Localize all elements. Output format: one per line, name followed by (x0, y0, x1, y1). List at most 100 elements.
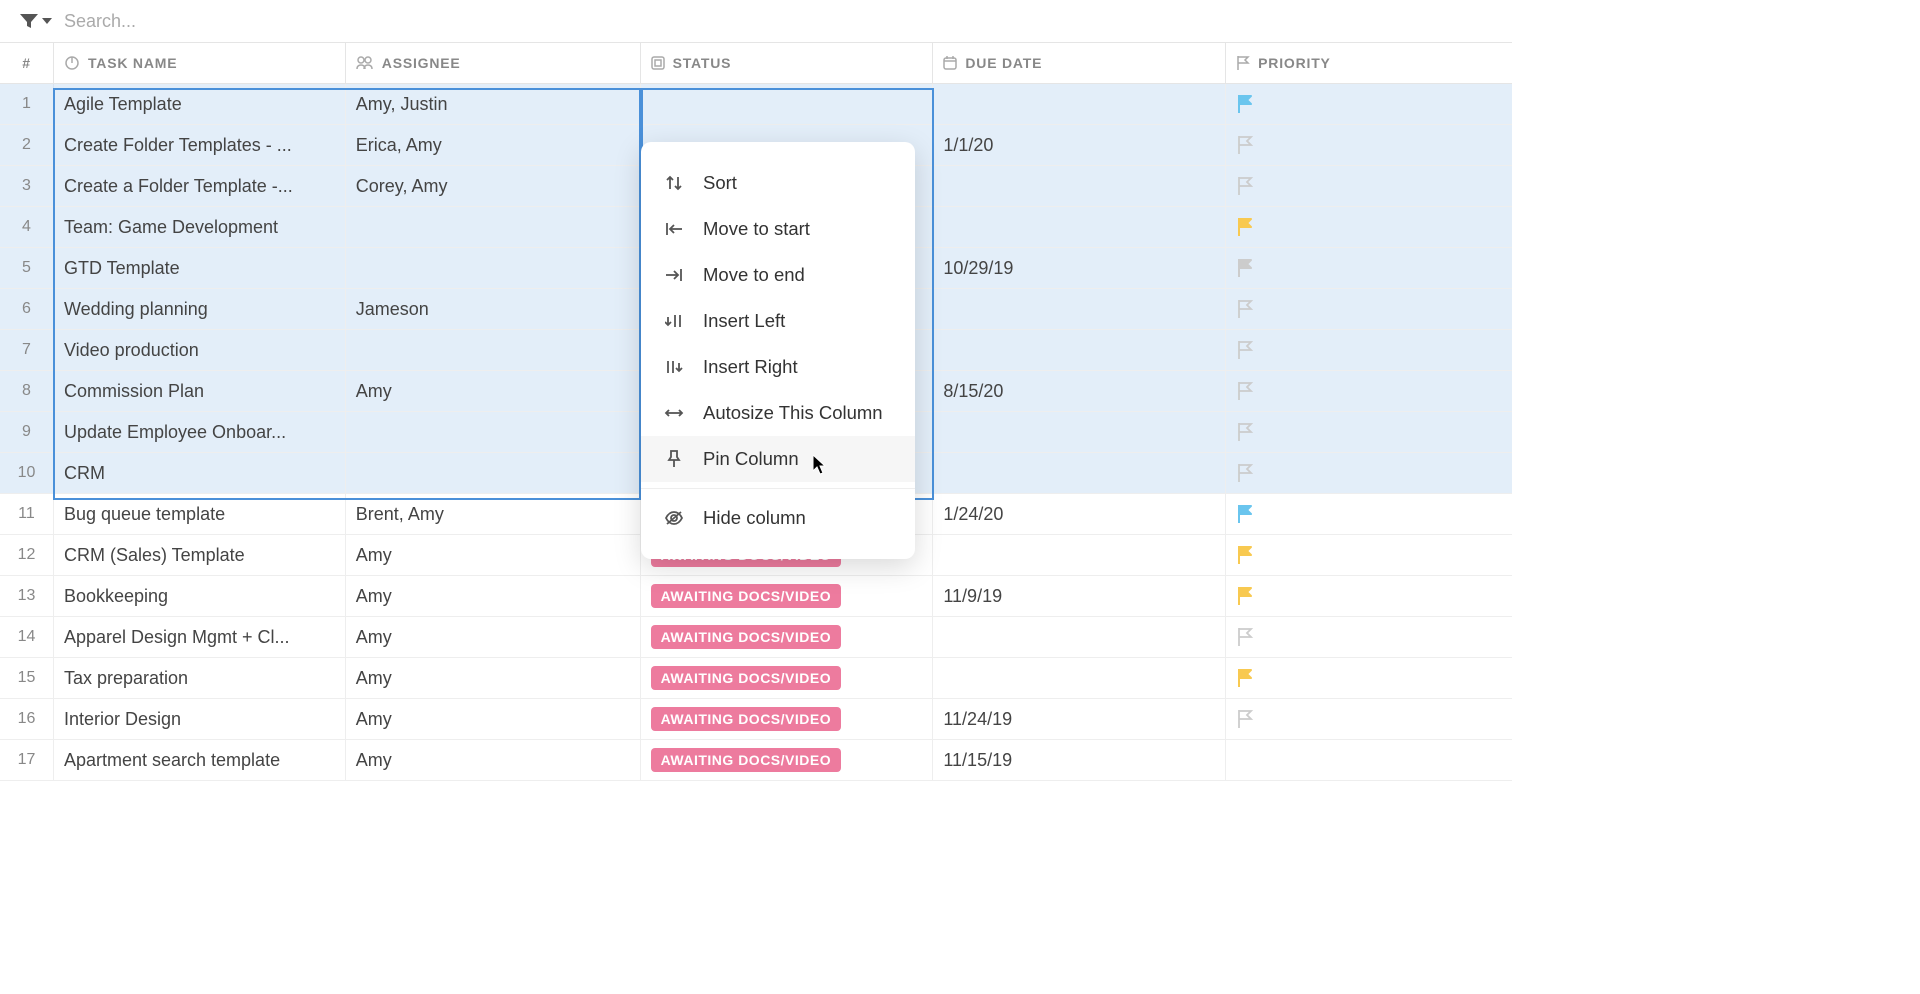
cell-task[interactable]: Bookkeeping (54, 576, 346, 616)
cell-task[interactable]: Tax preparation (54, 658, 346, 698)
cell-priority[interactable] (1226, 371, 1512, 411)
cell-status[interactable] (641, 84, 934, 124)
cell-assignee[interactable]: Erica, Amy (346, 125, 641, 165)
cell-task[interactable]: Commission Plan (54, 371, 346, 411)
cell-due[interactable] (933, 84, 1226, 124)
column-header-due[interactable]: DUE DATE (933, 43, 1226, 83)
cell-due[interactable] (933, 330, 1226, 370)
cell-task[interactable]: Create Folder Templates - ... (54, 125, 346, 165)
cell-assignee[interactable]: Brent, Amy (346, 494, 641, 534)
cell-priority[interactable] (1226, 453, 1512, 493)
cell-priority[interactable] (1226, 166, 1512, 206)
cell-task[interactable]: Bug queue template (54, 494, 346, 534)
flag-icon[interactable] (1236, 545, 1254, 565)
cell-assignee[interactable]: Amy (346, 617, 641, 657)
cell-priority[interactable] (1226, 330, 1512, 370)
cell-assignee[interactable]: Amy (346, 576, 641, 616)
menu-insert-right[interactable]: Insert Right (641, 344, 915, 390)
cell-task[interactable]: CRM (54, 453, 346, 493)
cell-task[interactable]: GTD Template (54, 248, 346, 288)
flag-icon[interactable] (1236, 258, 1254, 278)
cell-assignee[interactable] (346, 207, 641, 247)
cell-task[interactable]: Update Employee Onboar... (54, 412, 346, 452)
flag-icon[interactable] (1236, 463, 1254, 483)
flag-icon[interactable] (1236, 217, 1254, 237)
cell-priority[interactable] (1226, 84, 1512, 124)
menu-hide[interactable]: Hide column (641, 495, 915, 541)
cell-priority[interactable] (1226, 125, 1512, 165)
table-row[interactable]: 1 Agile Template Amy, Justin (0, 84, 1512, 125)
cell-priority[interactable] (1226, 207, 1512, 247)
cell-task[interactable]: Apartment search template (54, 740, 346, 780)
cell-priority[interactable] (1226, 617, 1512, 657)
cell-due[interactable] (933, 535, 1226, 575)
table-row[interactable]: 17 Apartment search template Amy AWAITIN… (0, 740, 1512, 781)
menu-move-end[interactable]: Move to end (641, 252, 915, 298)
cell-priority[interactable] (1226, 699, 1512, 739)
flag-icon[interactable] (1236, 299, 1254, 319)
cell-status[interactable]: AWAITING DOCS/VIDEO (641, 740, 934, 780)
flag-icon[interactable] (1236, 340, 1254, 360)
cell-priority[interactable] (1226, 740, 1512, 780)
cell-task[interactable]: Interior Design (54, 699, 346, 739)
flag-icon[interactable] (1236, 176, 1254, 196)
cell-assignee[interactable] (346, 453, 641, 493)
column-header-priority[interactable]: PRIORITY (1226, 43, 1512, 83)
cell-priority[interactable] (1226, 289, 1512, 329)
cell-due[interactable]: 11/24/19 (933, 699, 1226, 739)
filter-icon[interactable] (20, 14, 52, 28)
cell-assignee[interactable]: Corey, Amy (346, 166, 641, 206)
cell-due[interactable] (933, 617, 1226, 657)
flag-icon[interactable] (1236, 586, 1254, 606)
flag-icon[interactable] (1236, 627, 1254, 647)
table-row[interactable]: 13 Bookkeeping Amy AWAITING DOCS/VIDEO 1… (0, 576, 1512, 617)
flag-icon[interactable] (1236, 504, 1254, 524)
cell-status[interactable]: AWAITING DOCS/VIDEO (641, 576, 934, 616)
menu-autosize[interactable]: Autosize This Column (641, 390, 915, 436)
cell-task[interactable]: Wedding planning (54, 289, 346, 329)
table-row[interactable]: 14 Apparel Design Mgmt + Cl... Amy AWAIT… (0, 617, 1512, 658)
cell-due[interactable]: 11/15/19 (933, 740, 1226, 780)
flag-icon[interactable] (1236, 135, 1254, 155)
cell-assignee[interactable] (346, 330, 641, 370)
column-header-num[interactable]: # (0, 43, 54, 83)
cell-due[interactable]: 10/29/19 (933, 248, 1226, 288)
cell-priority[interactable] (1226, 658, 1512, 698)
cell-due[interactable] (933, 453, 1226, 493)
cell-assignee[interactable]: Amy (346, 740, 641, 780)
cell-status[interactable]: AWAITING DOCS/VIDEO (641, 658, 934, 698)
cell-assignee[interactable] (346, 248, 641, 288)
column-header-status[interactable]: STATUS (641, 43, 934, 83)
flag-icon[interactable] (1236, 422, 1254, 442)
cell-task[interactable]: CRM (Sales) Template (54, 535, 346, 575)
cell-due[interactable]: 1/24/20 (933, 494, 1226, 534)
cell-due[interactable]: 11/9/19 (933, 576, 1226, 616)
cell-due[interactable] (933, 658, 1226, 698)
cell-priority[interactable] (1226, 248, 1512, 288)
cell-assignee[interactable]: Amy (346, 371, 641, 411)
cell-priority[interactable] (1226, 535, 1512, 575)
cell-assignee[interactable]: Jameson (346, 289, 641, 329)
column-header-task[interactable]: TASK NAME (54, 43, 346, 83)
cell-due[interactable] (933, 289, 1226, 329)
table-row[interactable]: 15 Tax preparation Amy AWAITING DOCS/VID… (0, 658, 1512, 699)
cell-assignee[interactable]: Amy (346, 699, 641, 739)
cell-task[interactable]: Agile Template (54, 84, 346, 124)
cell-due[interactable]: 1/1/20 (933, 125, 1226, 165)
cell-task[interactable]: Team: Game Development (54, 207, 346, 247)
menu-insert-left[interactable]: Insert Left (641, 298, 915, 344)
cell-assignee[interactable]: Amy, Justin (346, 84, 641, 124)
cell-task[interactable]: Create a Folder Template -... (54, 166, 346, 206)
flag-icon[interactable] (1236, 94, 1254, 114)
cell-assignee[interactable]: Amy (346, 658, 641, 698)
cell-task[interactable]: Video production (54, 330, 346, 370)
table-row[interactable]: 16 Interior Design Amy AWAITING DOCS/VID… (0, 699, 1512, 740)
flag-icon[interactable] (1236, 381, 1254, 401)
menu-pin[interactable]: Pin Column (641, 436, 915, 482)
cell-status[interactable]: AWAITING DOCS/VIDEO (641, 617, 934, 657)
search-input[interactable] (64, 11, 364, 32)
flag-icon[interactable] (1236, 709, 1254, 729)
cell-due[interactable]: 8/15/20 (933, 371, 1226, 411)
cell-due[interactable] (933, 207, 1226, 247)
cell-status[interactable]: AWAITING DOCS/VIDEO (641, 699, 934, 739)
